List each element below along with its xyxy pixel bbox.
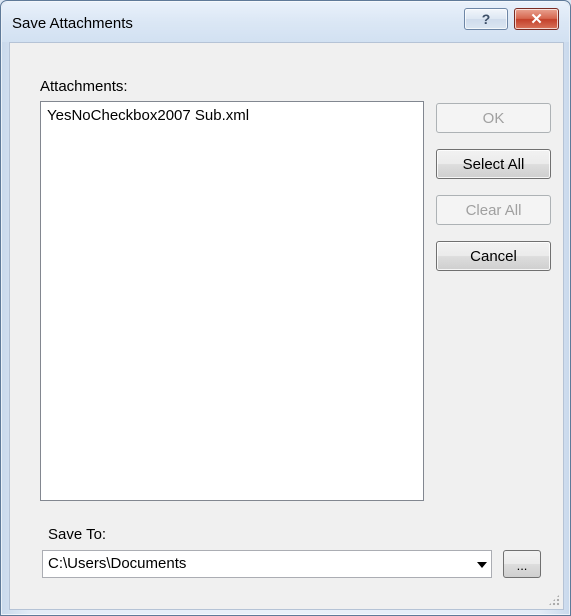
- ellipsis-icon: ...: [516, 558, 528, 573]
- dialog-title: Save Attachments: [12, 15, 133, 32]
- close-button[interactable]: ✕: [514, 8, 559, 30]
- dialog-body: Attachments: YesNoCheckbox2007 Sub.xml O…: [9, 42, 564, 610]
- attachments-list[interactable]: YesNoCheckbox2007 Sub.xml: [40, 101, 424, 501]
- save-to-path: C:\Users\Documents: [48, 555, 187, 572]
- ok-button[interactable]: OK: [436, 103, 551, 133]
- close-icon: ✕: [530, 11, 543, 28]
- attachments-label: Attachments:: [40, 78, 128, 95]
- select-all-button[interactable]: Select All: [436, 149, 551, 179]
- clear-all-button[interactable]: Clear All: [436, 195, 551, 225]
- save-to-combobox[interactable]: C:\Users\Documents: [42, 550, 492, 578]
- dialog-window: Save Attachments ? ✕ Attachments: YesNoC…: [0, 0, 571, 616]
- title-bar[interactable]: Save Attachments ? ✕: [2, 2, 569, 42]
- list-item[interactable]: YesNoCheckbox2007 Sub.xml: [47, 107, 249, 124]
- help-icon: ?: [481, 11, 491, 27]
- resize-grip-icon[interactable]: [548, 594, 560, 606]
- save-to-label: Save To:: [48, 526, 107, 543]
- help-button[interactable]: ?: [464, 8, 508, 30]
- browse-button[interactable]: ...: [503, 550, 541, 578]
- cancel-button[interactable]: Cancel: [436, 241, 551, 271]
- chevron-down-icon[interactable]: [477, 562, 487, 568]
